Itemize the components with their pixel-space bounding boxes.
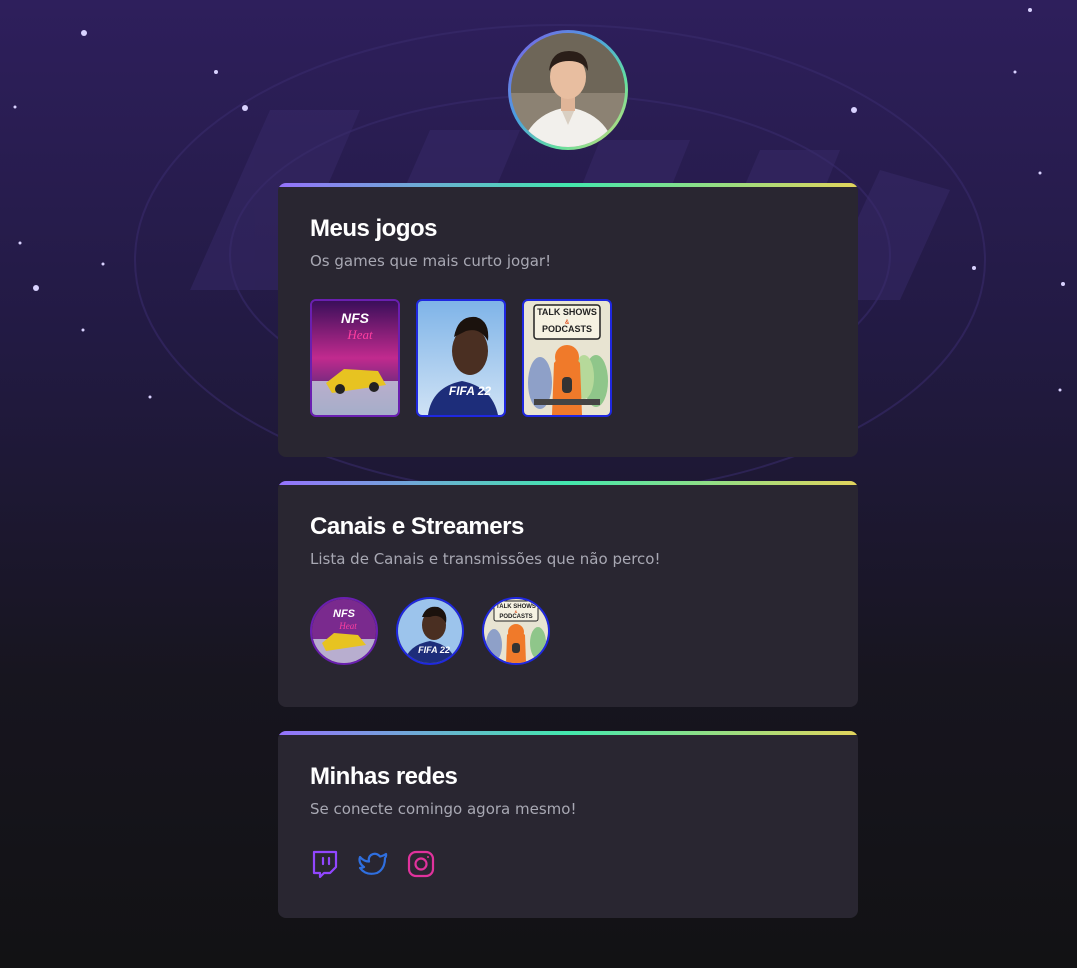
channel-talk-sub: PODCASTS xyxy=(499,614,532,620)
channel-fifa-22[interactable]: FIFA 22 xyxy=(396,597,464,665)
game-tile-talk-shows[interactable]: TALK SHOWS & PODCASTS xyxy=(522,299,612,417)
channels-card: Canais e Streamers Lista de Canais e tra… xyxy=(278,481,858,707)
games-card-subtitle: Os games que mais curto jogar! xyxy=(310,252,552,270)
instagram-icon[interactable] xyxy=(406,849,436,879)
channel-nfs-heat[interactable]: NFS Heat xyxy=(310,597,378,665)
channel-fifa-logo: FIFA 22 xyxy=(418,645,450,655)
channel-talk-shows[interactable]: TALK SHOWS & PODCASTS xyxy=(482,597,550,665)
channel-nfs-sub: Heat xyxy=(338,621,357,631)
socials-card: Minhas redes Se conecte comingo agora me… xyxy=(278,731,858,918)
social-links xyxy=(310,849,826,879)
nfs-logo-text: NFS xyxy=(341,310,370,326)
talk-logo-sub: PODCASTS xyxy=(542,324,592,334)
games-card: Meus jogos Os games que mais curto jogar… xyxy=(278,183,858,457)
channels-list: NFS Heat FIFA 22 TALK SHOWS & PODCASTS xyxy=(310,597,826,665)
avatar-photo xyxy=(511,33,625,147)
game-tile-nfs-heat[interactable]: NFS Heat xyxy=(310,299,400,417)
games-list: NFS Heat FIFA 22 TALK SHOWS & PODCASTS xyxy=(310,299,826,417)
talk-logo-text: TALK SHOWS xyxy=(537,307,597,317)
channel-nfs-logo: NFS xyxy=(333,608,356,620)
twitch-icon[interactable] xyxy=(310,849,340,879)
nfs-logo-sub: Heat xyxy=(346,327,373,342)
twitter-icon[interactable] xyxy=(358,849,388,879)
game-tile-fifa-22[interactable]: FIFA 22 xyxy=(416,299,506,417)
channels-card-title: Canais e Streamers xyxy=(310,513,524,540)
channels-card-subtitle: Lista de Canais e transmissões que não p… xyxy=(310,550,661,568)
fifa-logo-text: FIFA 22 xyxy=(449,384,492,398)
avatar xyxy=(508,30,628,150)
games-card-title: Meus jogos xyxy=(310,215,438,242)
socials-card-subtitle: Se conecte comingo agora mesmo! xyxy=(310,800,577,818)
socials-card-title: Minhas redes xyxy=(310,763,458,790)
